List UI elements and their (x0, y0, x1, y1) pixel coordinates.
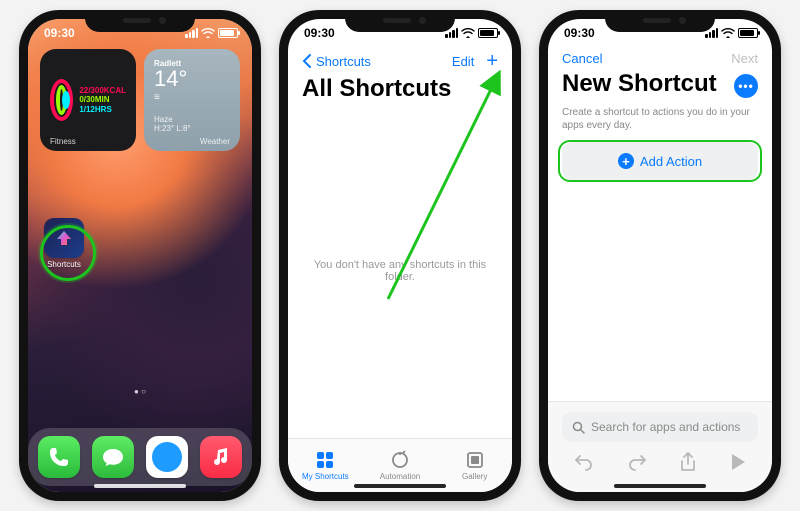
search-icon (572, 421, 585, 434)
dock (28, 428, 252, 486)
app-shortcuts[interactable]: Shortcuts (40, 218, 88, 269)
nav-bar: Cancel Next (548, 47, 772, 68)
weather-widget[interactable]: Radlett 14° ≡ Haze H:23° L:8° Weather (144, 49, 240, 151)
app-messages[interactable] (92, 436, 134, 478)
cancel-button[interactable]: Cancel (562, 51, 602, 66)
play-button[interactable] (730, 453, 746, 471)
fitness-exercise: 0/30MIN (79, 95, 126, 104)
app-music[interactable] (200, 436, 242, 478)
back-button[interactable]: Shortcuts (302, 54, 371, 69)
redo-button[interactable] (627, 453, 647, 471)
status-time: 09:30 (42, 26, 75, 40)
add-action-button[interactable]: + Add Action (562, 142, 758, 180)
search-input[interactable]: Search for apps and actions (562, 412, 758, 442)
grid-icon (315, 450, 335, 470)
status-indicators (445, 28, 498, 38)
page-indicator: ● ○ (28, 387, 252, 396)
tab-label: Gallery (462, 472, 487, 481)
fitness-label: Fitness (50, 137, 76, 146)
weather-temp: 14° (154, 66, 230, 92)
notch (345, 10, 455, 32)
status-indicators (705, 28, 758, 38)
notch (605, 10, 715, 32)
tab-gallery[interactable]: Gallery (437, 439, 512, 492)
tab-my-shortcuts[interactable]: My Shortcuts (288, 439, 363, 492)
empty-state-text: You don't have any shortcuts in this fol… (288, 259, 512, 283)
home-indicator[interactable] (354, 484, 446, 488)
nav-bar: Shortcuts Edit + (288, 47, 512, 73)
add-action-label: Add Action (640, 154, 702, 169)
next-button[interactable]: Next (731, 51, 758, 66)
battery-icon (478, 28, 498, 38)
page-title: All Shortcuts (288, 73, 512, 109)
wifi-icon (201, 28, 215, 38)
phone-shortcuts-list: 09:30 Shortcuts Edit + All Shortcuts You… (279, 10, 521, 501)
new-shortcut-screen: 09:30 Cancel Next New Shortcut ••• Creat… (548, 19, 772, 492)
fitness-widget[interactable]: 22/300KCAL 0/30MIN 1/12HRS Fitness (40, 49, 136, 151)
search-placeholder: Search for apps and actions (591, 420, 740, 434)
share-button[interactable] (679, 452, 697, 472)
phone-new-shortcut: 09:30 Cancel Next New Shortcut ••• Creat… (539, 10, 781, 501)
status-indicators (185, 28, 238, 38)
status-time: 09:30 (302, 26, 335, 40)
weather-range: H:23° L:8° (154, 124, 230, 133)
activity-rings-icon (50, 79, 73, 121)
haze-icon: ≡ (154, 92, 230, 103)
battery-icon (218, 28, 238, 38)
weather-condition: Haze (154, 115, 230, 124)
shortcuts-icon (44, 218, 84, 258)
back-label: Shortcuts (316, 54, 371, 69)
home-screen: 09:30 22/300KCAL 0/30MIN 1/12HRS Fitness (28, 19, 252, 492)
wifi-icon (461, 28, 475, 38)
shortcuts-screen: 09:30 Shortcuts Edit + All Shortcuts You… (288, 19, 512, 492)
automation-icon (390, 450, 410, 470)
battery-icon (738, 28, 758, 38)
plus-circle-icon: + (618, 153, 634, 169)
fitness-stand: 1/12HRS (79, 105, 126, 114)
bottom-toolbar: Search for apps and actions (548, 401, 772, 492)
undo-button[interactable] (574, 453, 594, 471)
home-indicator[interactable] (94, 484, 186, 488)
home-indicator[interactable] (614, 484, 706, 488)
gallery-icon (465, 450, 485, 470)
more-button[interactable]: ••• (734, 74, 758, 98)
more-icon: ••• (738, 79, 754, 93)
wifi-icon (721, 28, 735, 38)
tab-label: My Shortcuts (302, 472, 349, 481)
status-time: 09:30 (562, 26, 595, 40)
edit-button[interactable]: Edit (452, 54, 474, 69)
tab-label: Automation (380, 472, 420, 481)
app-label: Shortcuts (47, 260, 81, 269)
fitness-stats: 22/300KCAL 0/30MIN 1/12HRS (79, 86, 126, 114)
fitness-move: 22/300KCAL (79, 86, 126, 95)
chevron-left-icon (302, 54, 312, 68)
phone-home: 09:30 22/300KCAL 0/30MIN 1/12HRS Fitness (19, 10, 261, 501)
app-phone[interactable] (38, 436, 80, 478)
add-button[interactable]: + (486, 51, 498, 71)
app-safari[interactable] (146, 436, 188, 478)
page-title: New Shortcut (548, 68, 731, 104)
notch (85, 10, 195, 32)
tool-row (548, 442, 772, 472)
weather-label: Weather (200, 137, 230, 146)
page-subtitle: Create a shortcut to actions you do in y… (548, 106, 772, 132)
